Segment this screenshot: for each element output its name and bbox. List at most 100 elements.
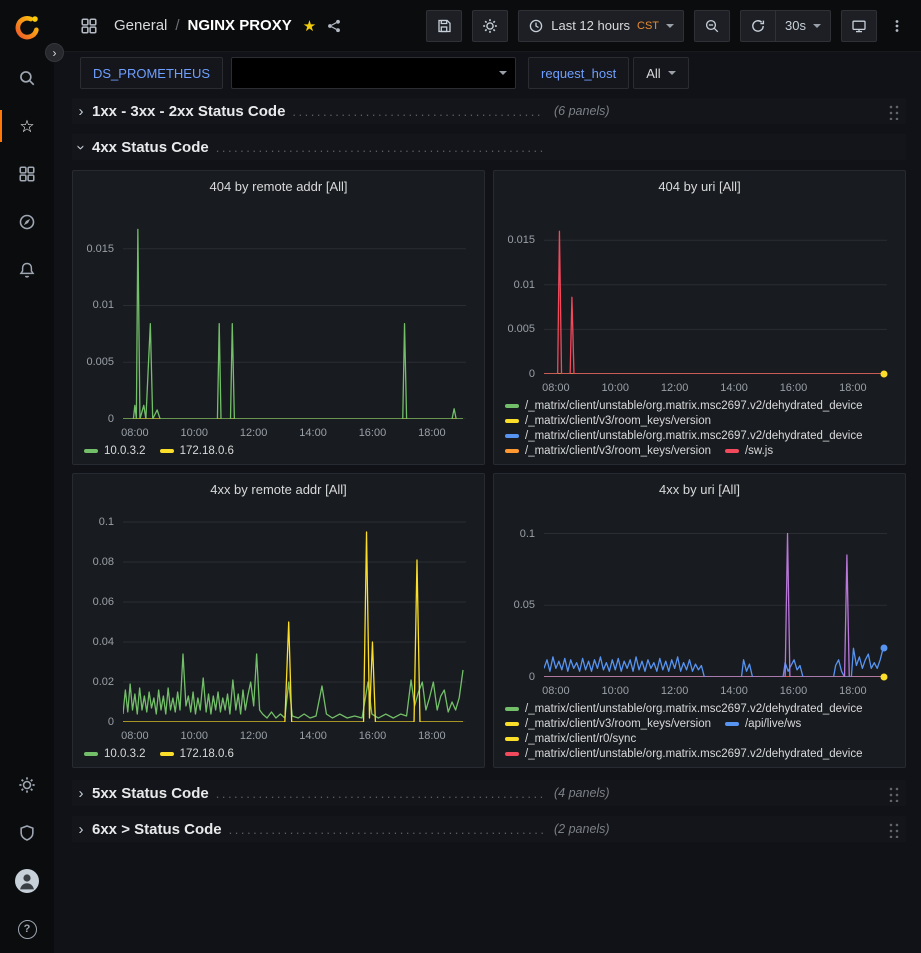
search-icon xyxy=(18,69,36,87)
legend-swatch xyxy=(160,752,174,756)
sidebar-item-server-admin[interactable] xyxy=(0,809,54,857)
favorite-star-icon[interactable]: ★ xyxy=(303,17,316,35)
y-axis: 00.0050.010.015 xyxy=(502,209,540,374)
dashboard-row-header[interactable]: ›6xx > Status Code......................… xyxy=(72,816,906,842)
x-axis-tick-label: 08:00 xyxy=(121,730,149,742)
x-axis-tick-label: 08:00 xyxy=(542,382,570,394)
legend-item[interactable]: /sw.js xyxy=(725,445,773,457)
legend-item[interactable]: /_matrix/client/unstable/org.matrix.msc2… xyxy=(505,748,863,760)
sidebar-item-help[interactable]: ? xyxy=(0,905,54,953)
panel-title[interactable]: 404 by remote addr [All] xyxy=(73,171,484,201)
refresh-interval-dropdown[interactable]: 30s xyxy=(775,10,831,42)
x-axis-tick-label: 12:00 xyxy=(661,685,689,697)
x-axis-tick-label: 12:00 xyxy=(661,382,689,394)
legend-label: /sw.js xyxy=(745,445,773,457)
legend-item[interactable]: 172.18.0.6 xyxy=(160,445,234,457)
variables-bar: DS_PROMETHEUS request_host All xyxy=(54,52,921,90)
y-axis-tick-label: 0.1 xyxy=(520,528,535,540)
refresh-button[interactable] xyxy=(740,10,775,42)
legend-swatch xyxy=(505,752,519,756)
sidebar-item-explore[interactable] xyxy=(0,198,54,246)
row-header-left: ›1xx - 3xx - 2xx Status Code............… xyxy=(72,103,544,120)
plot-area[interactable] xyxy=(544,209,887,374)
legend-item[interactable]: /_matrix/client/v3/room_keys/version xyxy=(505,445,711,457)
x-axis-tick-label: 14:00 xyxy=(299,427,327,439)
y-axis-tick-label: 0 xyxy=(529,671,535,683)
panel: 404 by uri [All]00.0050.010.01508:0010:0… xyxy=(493,170,906,465)
x-axis: 08:0010:0012:0014:0016:0018:00 xyxy=(123,726,466,744)
legend-item[interactable]: /api/live/ws xyxy=(725,718,801,730)
variable-ds-prometheus-label[interactable]: DS_PROMETHEUS xyxy=(80,57,223,89)
save-dashboard-button[interactable] xyxy=(426,10,462,42)
panel-chart: 00.050.108:0010:0012:0014:0016:0018:00 xyxy=(502,506,897,699)
share-button[interactable] xyxy=(322,14,346,38)
legend-label: /api/live/ws xyxy=(745,718,801,730)
x-axis-tick-label: 08:00 xyxy=(542,685,570,697)
legend-item[interactable]: /_matrix/client/v3/room_keys/version xyxy=(505,415,711,427)
gear-icon xyxy=(482,18,498,34)
panel-title-text: 404 by remote addr [All] xyxy=(209,179,347,194)
row-title: 6xx > Status Code xyxy=(92,821,222,838)
chart-svg xyxy=(544,209,887,374)
panel-title[interactable]: 4xx by remote addr [All] xyxy=(73,474,484,504)
legend-item[interactable]: 10.0.3.2 xyxy=(84,748,146,760)
more-options-button[interactable] xyxy=(885,14,909,38)
help-icon: ? xyxy=(18,920,37,939)
sidebar-expand-button[interactable]: › xyxy=(45,43,64,62)
sidebar-bottom-nav: ? xyxy=(0,761,54,953)
sidebar-item-starred[interactable]: ☆ xyxy=(0,102,54,150)
timezone-label: CST xyxy=(637,20,659,32)
legend-item[interactable]: /_matrix/client/unstable/org.matrix.msc2… xyxy=(505,703,863,715)
sidebar-item-search[interactable] xyxy=(0,54,54,102)
series-point-marker xyxy=(881,645,888,652)
zoom-out-button[interactable] xyxy=(694,10,730,42)
sidebar-item-profile[interactable] xyxy=(0,857,54,905)
plot-area[interactable] xyxy=(123,512,466,722)
legend-item[interactable]: 172.18.0.6 xyxy=(160,748,234,760)
dashboard-row-header[interactable]: ›4xx Status Code........................… xyxy=(72,134,906,160)
sidebar-item-configuration[interactable] xyxy=(0,761,54,809)
row-title: 5xx Status Code xyxy=(92,785,209,802)
breadcrumb-folder[interactable]: General xyxy=(114,17,167,34)
breadcrumb-dashboard-title: NGINX PROXY xyxy=(188,17,292,34)
cycle-view-mode-button[interactable] xyxy=(841,10,877,42)
legend-swatch xyxy=(505,404,519,408)
panel-chart: 00.0050.010.01508:0010:0012:0014:0016:00… xyxy=(81,203,476,441)
apps-menu-button[interactable] xyxy=(76,13,102,39)
panel-title-text: 4xx by remote addr [All] xyxy=(210,482,347,497)
legend-label: /_matrix/client/r0/sync xyxy=(525,733,636,745)
variable-request-host-value-dropdown[interactable]: All xyxy=(633,57,688,89)
top-navbar: General / NGINX PROXY ★ xyxy=(54,0,921,52)
variable-request-host-label[interactable]: request_host xyxy=(528,57,629,89)
variable-datasource-value-dropdown[interactable] xyxy=(231,57,516,89)
legend-item[interactable]: /_matrix/client/unstable/org.matrix.msc2… xyxy=(505,430,863,442)
row-drag-handle[interactable] xyxy=(887,103,900,120)
plot-area[interactable] xyxy=(544,512,887,677)
dashboards-grid-icon xyxy=(18,165,36,183)
legend-swatch xyxy=(160,449,174,453)
dashboard-row-header[interactable]: ›1xx - 3xx - 2xx Status Code............… xyxy=(72,98,906,124)
chevron-right-icon: › xyxy=(53,47,57,59)
legend-item[interactable]: 10.0.3.2 xyxy=(84,445,146,457)
gear-icon xyxy=(18,776,36,794)
plot-area[interactable] xyxy=(123,209,466,419)
panel-grid: 404 by remote addr [All]00.0050.010.0150… xyxy=(72,170,906,768)
row-drag-handle[interactable] xyxy=(887,785,900,802)
legend-item[interactable]: /_matrix/client/v3/room_keys/version xyxy=(505,718,711,730)
dashboard-settings-button[interactable] xyxy=(472,10,508,42)
sidebar-item-dashboards[interactable] xyxy=(0,150,54,198)
row-drag-handle[interactable] xyxy=(887,821,900,838)
chevron-down-icon xyxy=(813,24,821,28)
legend-item[interactable]: /_matrix/client/r0/sync xyxy=(505,733,636,745)
row-dots-leader: ........................................… xyxy=(216,787,544,800)
dashboard-row-header[interactable]: ›5xx Status Code........................… xyxy=(72,780,906,806)
sidebar-item-alerting[interactable] xyxy=(0,246,54,294)
panel-title[interactable]: 4xx by uri [All] xyxy=(494,474,905,504)
panel-title[interactable]: 404 by uri [All] xyxy=(494,171,905,201)
y-axis-tick-label: 0.01 xyxy=(514,279,535,291)
x-axis-tick-label: 14:00 xyxy=(299,730,327,742)
time-range-picker[interactable]: Last 12 hours CST xyxy=(518,10,684,42)
row-title: 4xx Status Code xyxy=(92,139,209,156)
x-axis-tick-label: 10:00 xyxy=(181,427,209,439)
legend-item[interactable]: /_matrix/client/unstable/org.matrix.msc2… xyxy=(505,400,863,412)
